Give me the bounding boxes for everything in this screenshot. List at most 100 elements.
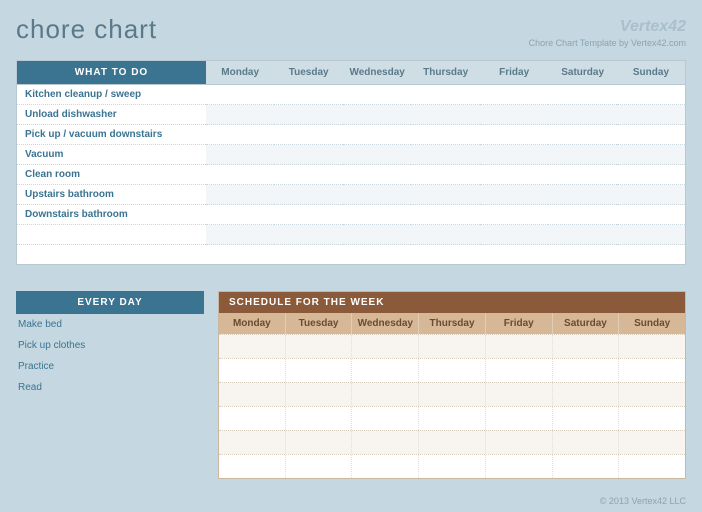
chore-cell[interactable] <box>411 225 480 245</box>
schedule-cell[interactable] <box>419 431 486 454</box>
schedule-cell[interactable] <box>486 407 553 430</box>
chore-cell[interactable] <box>343 185 412 205</box>
chore-cell[interactable] <box>480 245 549 265</box>
schedule-cell[interactable] <box>619 359 685 382</box>
chore-cell[interactable] <box>343 245 412 265</box>
schedule-cell[interactable] <box>286 455 353 478</box>
chore-cell[interactable] <box>411 245 480 265</box>
schedule-cell[interactable] <box>619 383 685 406</box>
schedule-cell[interactable] <box>486 335 553 358</box>
chore-cell[interactable] <box>274 165 343 185</box>
chore-cell[interactable] <box>343 165 412 185</box>
schedule-cell[interactable] <box>419 359 486 382</box>
chore-cell[interactable] <box>411 125 480 145</box>
schedule-cell[interactable] <box>352 359 419 382</box>
schedule-cell[interactable] <box>553 431 620 454</box>
chore-cell[interactable] <box>617 185 686 205</box>
chore-cell[interactable] <box>206 205 275 225</box>
chore-cell[interactable] <box>617 165 686 185</box>
chore-cell[interactable] <box>617 105 686 125</box>
schedule-cell[interactable] <box>352 455 419 478</box>
schedule-cell[interactable] <box>619 335 685 358</box>
schedule-cell[interactable] <box>419 335 486 358</box>
chore-cell[interactable] <box>343 205 412 225</box>
chore-cell[interactable] <box>480 145 549 165</box>
chore-cell[interactable] <box>206 85 275 105</box>
chore-cell[interactable] <box>343 85 412 105</box>
schedule-cell[interactable] <box>219 431 286 454</box>
schedule-cell[interactable] <box>486 359 553 382</box>
chore-cell[interactable] <box>343 125 412 145</box>
chore-cell[interactable] <box>206 105 275 125</box>
chore-cell[interactable] <box>206 245 275 265</box>
chore-cell[interactable] <box>411 165 480 185</box>
chore-cell[interactable] <box>480 225 549 245</box>
schedule-cell[interactable] <box>553 359 620 382</box>
schedule-cell[interactable] <box>286 383 353 406</box>
chore-cell[interactable] <box>411 205 480 225</box>
chore-cell[interactable] <box>617 205 686 225</box>
chore-cell[interactable] <box>548 165 617 185</box>
chore-cell[interactable] <box>274 105 343 125</box>
chore-cell[interactable] <box>548 145 617 165</box>
chore-cell[interactable] <box>411 185 480 205</box>
chore-cell[interactable] <box>411 85 480 105</box>
schedule-cell[interactable] <box>553 383 620 406</box>
chore-cell[interactable] <box>206 185 275 205</box>
schedule-cell[interactable] <box>352 431 419 454</box>
chore-cell[interactable] <box>480 185 549 205</box>
chore-cell[interactable] <box>411 145 480 165</box>
schedule-cell[interactable] <box>486 383 553 406</box>
schedule-cell[interactable] <box>219 455 286 478</box>
chore-cell[interactable] <box>274 245 343 265</box>
schedule-cell[interactable] <box>352 407 419 430</box>
schedule-cell[interactable] <box>619 431 685 454</box>
chore-cell[interactable] <box>343 105 412 125</box>
chore-cell[interactable] <box>343 145 412 165</box>
chore-cell[interactable] <box>617 125 686 145</box>
chore-cell[interactable] <box>617 245 686 265</box>
chore-cell[interactable] <box>480 105 549 125</box>
schedule-cell[interactable] <box>219 407 286 430</box>
chore-cell[interactable] <box>548 225 617 245</box>
chore-cell[interactable] <box>480 205 549 225</box>
chore-cell[interactable] <box>274 185 343 205</box>
schedule-cell[interactable] <box>419 407 486 430</box>
chore-cell[interactable] <box>206 225 275 245</box>
schedule-cell[interactable] <box>619 407 685 430</box>
schedule-cell[interactable] <box>619 455 685 478</box>
chore-cell[interactable] <box>411 105 480 125</box>
schedule-cell[interactable] <box>286 431 353 454</box>
chore-cell[interactable] <box>548 85 617 105</box>
chore-cell[interactable] <box>480 165 549 185</box>
schedule-cell[interactable] <box>219 335 286 358</box>
chore-cell[interactable] <box>617 145 686 165</box>
schedule-cell[interactable] <box>553 335 620 358</box>
schedule-cell[interactable] <box>286 359 353 382</box>
chore-cell[interactable] <box>548 105 617 125</box>
chore-cell[interactable] <box>206 165 275 185</box>
chore-cell[interactable] <box>274 145 343 165</box>
chore-cell[interactable] <box>274 205 343 225</box>
schedule-cell[interactable] <box>486 455 553 478</box>
schedule-cell[interactable] <box>486 431 553 454</box>
schedule-cell[interactable] <box>286 335 353 358</box>
schedule-cell[interactable] <box>352 383 419 406</box>
chore-cell[interactable] <box>548 245 617 265</box>
chore-cell[interactable] <box>548 125 617 145</box>
schedule-cell[interactable] <box>419 455 486 478</box>
chore-cell[interactable] <box>343 225 412 245</box>
schedule-cell[interactable] <box>219 359 286 382</box>
schedule-cell[interactable] <box>352 335 419 358</box>
schedule-cell[interactable] <box>553 455 620 478</box>
chore-cell[interactable] <box>617 225 686 245</box>
schedule-cell[interactable] <box>286 407 353 430</box>
chore-cell[interactable] <box>617 85 686 105</box>
chore-cell[interactable] <box>480 85 549 105</box>
chore-cell[interactable] <box>206 125 275 145</box>
chore-cell[interactable] <box>274 85 343 105</box>
chore-cell[interactable] <box>274 125 343 145</box>
schedule-cell[interactable] <box>553 407 620 430</box>
chore-cell[interactable] <box>480 125 549 145</box>
chore-cell[interactable] <box>274 225 343 245</box>
